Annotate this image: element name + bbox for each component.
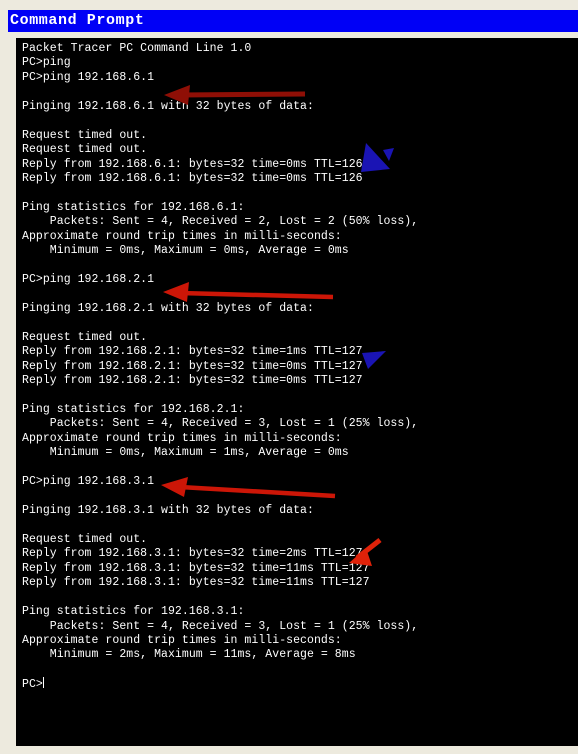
console-line: Minimum = 0ms, Maximum = 1ms, Average = … — [22, 446, 349, 460]
text-cursor — [42, 677, 44, 689]
console-line: Request timed out. — [22, 128, 148, 142]
console-line: Pinging 192.168.3.1 with 32 bytes of dat… — [22, 504, 314, 517]
console-line: Packet Tracer PC Command Line 1.0 — [22, 42, 252, 55]
window-title: Command Prompt — [10, 12, 145, 29]
command-prompt-window: Command Prompt Packet Tracer PC Command … — [8, 10, 578, 746]
console-line: Pinging 192.168.2.1 with 32 bytes of dat… — [22, 301, 314, 315]
console-text: Packet Tracer PC Command Line 1.0 PC>ping… — [22, 42, 418, 692]
console-line: Packets: Sent = 4, Received = 3, Lost = … — [22, 619, 419, 633]
console-line: Reply from 192.168.2.1: bytes=32 time=0m… — [22, 374, 363, 388]
console-line: Minimum = 2ms, Maximum = 11ms, Average =… — [22, 648, 356, 662]
console-line: Reply from 192.168.3.1: bytes=32 time=11… — [22, 561, 370, 575]
console-line: Packets: Sent = 4, Received = 3, Lost = … — [22, 417, 419, 431]
console-line: Packets: Sent = 4, Received = 2, Lost = … — [22, 215, 419, 229]
console-line: Reply from 192.168.2.1: bytes=32 time=1m… — [22, 345, 363, 359]
console-line: Reply from 192.168.6.1: bytes=32 time=0m… — [22, 171, 363, 185]
console-line: PC> — [22, 677, 44, 692]
console-line: Ping statistics for 192.168.3.1: — [22, 605, 245, 619]
window-title-bar[interactable]: Command Prompt — [8, 10, 578, 32]
console-line: Approximate round trip times in milli-se… — [22, 633, 342, 647]
console-line: PC>ping 192.168.3.1 — [22, 475, 155, 489]
console-line: Pinging 192.168.6.1 with 32 bytes of dat… — [22, 99, 314, 113]
console-line: Request timed out. — [22, 532, 148, 546]
console-line: PC>ping 192.168.6.1 — [22, 70, 155, 84]
console-line: Ping statistics for 192.168.6.1: — [22, 200, 245, 214]
console-line: PC>ping 192.168.2.1 — [22, 273, 155, 286]
console-line: Approximate round trip times in milli-se… — [22, 229, 342, 243]
terminal-output-area[interactable]: Packet Tracer PC Command Line 1.0 PC>ping… — [16, 38, 578, 746]
console-line: Minimum = 0ms, Maximum = 0ms, Average = … — [22, 244, 349, 258]
console-line: Reply from 192.168.6.1: bytes=32 time=0m… — [22, 157, 363, 171]
console-line: Reply from 192.168.3.1: bytes=32 time=2m… — [22, 547, 363, 561]
console-line: Request timed out. — [22, 143, 148, 157]
console-line: Ping statistics for 192.168.2.1: — [22, 402, 245, 416]
console-line: Reply from 192.168.3.1: bytes=32 time=11… — [22, 576, 370, 590]
console-line: PC>ping — [22, 56, 71, 70]
console-line: Reply from 192.168.2.1: bytes=32 time=0m… — [22, 359, 363, 373]
console-line: Approximate round trip times in milli-se… — [22, 431, 342, 445]
console-line: Request timed out. — [22, 330, 148, 344]
